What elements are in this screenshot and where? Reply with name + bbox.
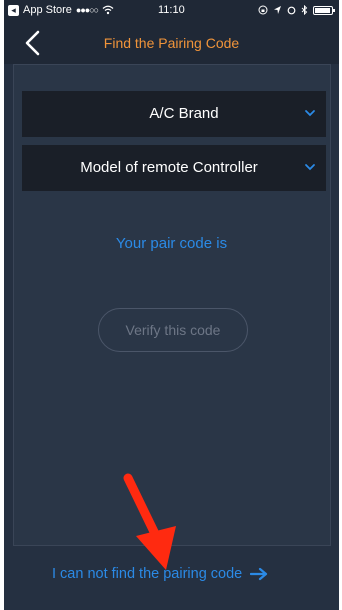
ac-brand-dropdown[interactable]: A/C Brand [22, 91, 326, 137]
bluetooth-icon [301, 5, 308, 15]
remote-model-dropdown[interactable]: Model of remote Controller [22, 145, 326, 191]
back-to-app-icon[interactable]: ◂ [8, 4, 19, 16]
page-title: Find the Pairing Code [103, 35, 240, 51]
app-screen: ◂ App Store ●●●○○ 11:10 Find the Pairing… [4, 0, 339, 610]
arrow-right-icon[interactable] [250, 567, 268, 581]
chevron-down-icon [305, 110, 315, 117]
navigation-bar: Find the Pairing Code [4, 22, 339, 64]
status-left: ◂ App Store ●●●○○ [8, 4, 114, 16]
verify-code-button[interactable]: Verify this code [98, 308, 248, 352]
alarm-icon [287, 6, 296, 15]
status-right [258, 5, 335, 15]
wifi-icon [102, 5, 114, 15]
ac-brand-label: A/C Brand [149, 105, 219, 122]
remote-model-label: Model of remote Controller [80, 159, 258, 176]
cant-find-code-link[interactable]: I can not find the pairing code [52, 566, 268, 582]
pair-code-text: Your pair code is [115, 235, 228, 252]
status-time: 11:10 [158, 4, 185, 16]
chevron-down-icon [305, 164, 315, 171]
lock-rotation-icon [258, 5, 268, 15]
cant-find-code-label[interactable]: I can not find the pairing code [52, 566, 242, 582]
back-app-label[interactable]: App Store [23, 4, 72, 16]
status-bar: ◂ App Store ●●●○○ 11:10 [4, 0, 339, 22]
annotation-arrow-icon [123, 473, 176, 570]
battery-icon [313, 5, 335, 15]
signal-strength-icon: ●●●○○ [75, 5, 99, 15]
location-icon [274, 6, 281, 14]
